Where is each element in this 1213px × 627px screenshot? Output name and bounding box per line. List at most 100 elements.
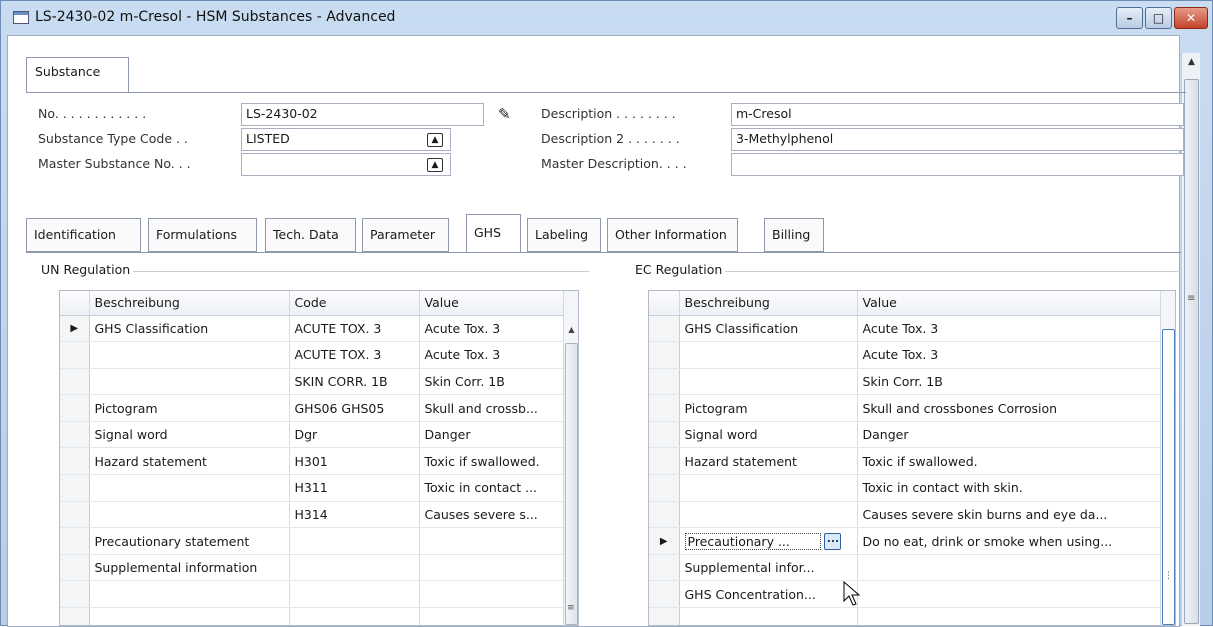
master-substance-field[interactable] bbox=[241, 153, 451, 176]
cell-value[interactable] bbox=[419, 554, 565, 582]
row-selector[interactable]: ▶ bbox=[60, 315, 90, 343]
row-selector[interactable] bbox=[60, 394, 90, 422]
cell-desc[interactable] bbox=[679, 607, 858, 625]
cell-desc[interactable]: Signal word bbox=[89, 421, 290, 449]
row-selector[interactable] bbox=[60, 607, 90, 625]
cell-value[interactable]: Skull and crossbones Corrosion bbox=[857, 394, 1162, 422]
cell-value[interactable] bbox=[857, 580, 1162, 609]
row-selector[interactable] bbox=[60, 447, 90, 476]
lookup-arrow-icon[interactable]: ▲ bbox=[427, 158, 443, 172]
cell-value[interactable] bbox=[857, 554, 1162, 582]
table-row[interactable]: Toxic in contact with skin. bbox=[649, 474, 1162, 502]
row-selector[interactable] bbox=[649, 421, 680, 449]
row-selector[interactable] bbox=[649, 368, 680, 396]
cell-value[interactable]: Causes severe s... bbox=[419, 501, 565, 529]
cell-desc[interactable]: Signal word bbox=[679, 421, 858, 449]
cell-desc[interactable]: Pictogram bbox=[679, 394, 858, 422]
cell-value[interactable] bbox=[419, 527, 565, 555]
cell-desc[interactable] bbox=[89, 607, 290, 625]
column-header-value[interactable]: Value bbox=[857, 291, 1162, 316]
cell-desc[interactable]: GHS Classification bbox=[89, 315, 290, 343]
table-row[interactable]: Pictogram Skull and crossbones Corrosion bbox=[649, 394, 1162, 422]
cell-desc[interactable] bbox=[679, 341, 858, 369]
table-row[interactable]: Hazard statement H301 Toxic if swallowed. bbox=[60, 447, 565, 476]
row-selector[interactable] bbox=[649, 554, 680, 582]
table-row[interactable]: Hazard statement Toxic if swallowed. bbox=[649, 447, 1162, 476]
cell-value[interactable]: Skin Corr. 1B bbox=[419, 368, 565, 396]
cell-value[interactable]: Acute Tox. 3 bbox=[857, 341, 1162, 369]
table-row[interactable] bbox=[60, 607, 565, 625]
row-selector[interactable] bbox=[60, 474, 90, 502]
cell-value[interactable]: Skin Corr. 1B bbox=[857, 368, 1162, 396]
no-field[interactable]: LS-2430-02 bbox=[241, 103, 484, 126]
un-grid-scrollbar[interactable]: ▲ ≡ bbox=[563, 291, 578, 625]
cell-desc[interactable] bbox=[679, 501, 858, 529]
cell-desc[interactable] bbox=[679, 368, 858, 396]
table-row[interactable]: Pictogram GHS06 GHS05 Skull and crossb... bbox=[60, 394, 565, 422]
table-row[interactable]: GHS Concentration... bbox=[649, 580, 1162, 609]
ec-grid-scrollbar[interactable]: ⋮ bbox=[1160, 291, 1175, 625]
row-selector[interactable] bbox=[60, 421, 90, 449]
table-row[interactable]: Causes severe skin burns and eye da... bbox=[649, 501, 1162, 529]
cell-code[interactable] bbox=[289, 580, 420, 609]
row-selector[interactable] bbox=[649, 474, 680, 502]
column-header-beschreibung[interactable]: Beschreibung bbox=[89, 291, 290, 316]
table-row[interactable]: Signal word Danger bbox=[649, 421, 1162, 449]
cell-code[interactable] bbox=[289, 607, 420, 625]
cell-value[interactable] bbox=[419, 607, 565, 625]
cell-value[interactable]: Acute Tox. 3 bbox=[419, 341, 565, 369]
cell-desc[interactable]: Pictogram bbox=[89, 394, 290, 422]
cell-value[interactable] bbox=[419, 580, 565, 609]
table-row[interactable]: Skin Corr. 1B bbox=[649, 368, 1162, 396]
row-selector[interactable] bbox=[649, 447, 680, 476]
table-row[interactable]: Supplemental infor... bbox=[649, 554, 1162, 582]
cell-value[interactable]: Toxic if swallowed. bbox=[857, 447, 1162, 476]
row-selector[interactable]: ▶ bbox=[649, 527, 680, 555]
table-row[interactable] bbox=[60, 580, 565, 609]
table-row-selected[interactable]: ▶ Precautionary ... ... Do no eat, drink… bbox=[649, 527, 1162, 555]
table-row[interactable]: Acute Tox. 3 bbox=[649, 341, 1162, 369]
description-field[interactable]: m-Cresol bbox=[731, 103, 1184, 126]
scroll-up-arrow-icon[interactable]: ▲ bbox=[564, 325, 578, 334]
cell-code[interactable]: H311 bbox=[289, 474, 420, 502]
cell-value[interactable]: Toxic in contact with skin. bbox=[857, 474, 1162, 502]
cell-desc[interactable] bbox=[89, 474, 290, 502]
cell-desc[interactable]: Supplemental information bbox=[89, 554, 290, 582]
cell-value[interactable] bbox=[857, 607, 1162, 625]
cell-desc[interactable] bbox=[679, 474, 858, 502]
cell-desc-active[interactable]: Precautionary ... ... bbox=[679, 527, 858, 555]
tab-billing[interactable]: Billing bbox=[764, 218, 824, 252]
column-header-code[interactable]: Code bbox=[289, 291, 420, 316]
column-header-beschreibung[interactable]: Beschreibung bbox=[679, 291, 858, 316]
row-selector[interactable] bbox=[649, 580, 680, 609]
row-selector[interactable] bbox=[649, 341, 680, 369]
cell-code[interactable]: ACUTE TOX. 3 bbox=[289, 315, 420, 343]
assist-edit-ellipsis-icon[interactable]: ... bbox=[824, 532, 842, 550]
tab-other-information[interactable]: Other Information bbox=[607, 218, 738, 252]
cell-desc[interactable] bbox=[89, 341, 290, 369]
table-row[interactable]: SKIN CORR. 1B Skin Corr. 1B bbox=[60, 368, 565, 396]
tab-ghs[interactable]: GHS bbox=[466, 214, 521, 253]
maximize-button[interactable]: □ bbox=[1145, 7, 1172, 29]
title-bar[interactable]: LS-2430-02 m-Cresol - HSM Substances - A… bbox=[1, 1, 1212, 35]
description2-field[interactable]: 3-Methylphenol bbox=[731, 128, 1184, 151]
master-description-field[interactable] bbox=[731, 153, 1184, 176]
cell-code[interactable]: GHS06 GHS05 bbox=[289, 394, 420, 422]
cell-value[interactable]: Toxic if swallowed. bbox=[419, 447, 565, 476]
cell-code[interactable]: ACUTE TOX. 3 bbox=[289, 341, 420, 369]
cell-value[interactable]: Acute Tox. 3 bbox=[419, 315, 565, 343]
table-row[interactable]: H311 Toxic in contact ... bbox=[60, 474, 565, 502]
row-selector[interactable] bbox=[60, 501, 90, 529]
cell-desc[interactable]: Supplemental infor... bbox=[679, 554, 858, 582]
table-row[interactable]: ▶ GHS Classification ACUTE TOX. 3 Acute Tox… bbox=[60, 315, 565, 343]
cell-value[interactable]: Toxic in contact ... bbox=[419, 474, 565, 502]
cell-code[interactable]: Dgr bbox=[289, 421, 420, 449]
cell-desc[interactable] bbox=[89, 501, 290, 529]
cell-desc[interactable] bbox=[89, 580, 290, 609]
minimize-button[interactable]: – bbox=[1116, 7, 1143, 29]
row-selector[interactable] bbox=[60, 527, 90, 555]
main-scroll-thumb[interactable] bbox=[1184, 79, 1199, 624]
tab-tech-data[interactable]: Tech. Data bbox=[265, 218, 356, 252]
cell-desc[interactable]: GHS Concentration... bbox=[679, 580, 858, 609]
tab-labeling[interactable]: Labeling bbox=[527, 218, 601, 252]
